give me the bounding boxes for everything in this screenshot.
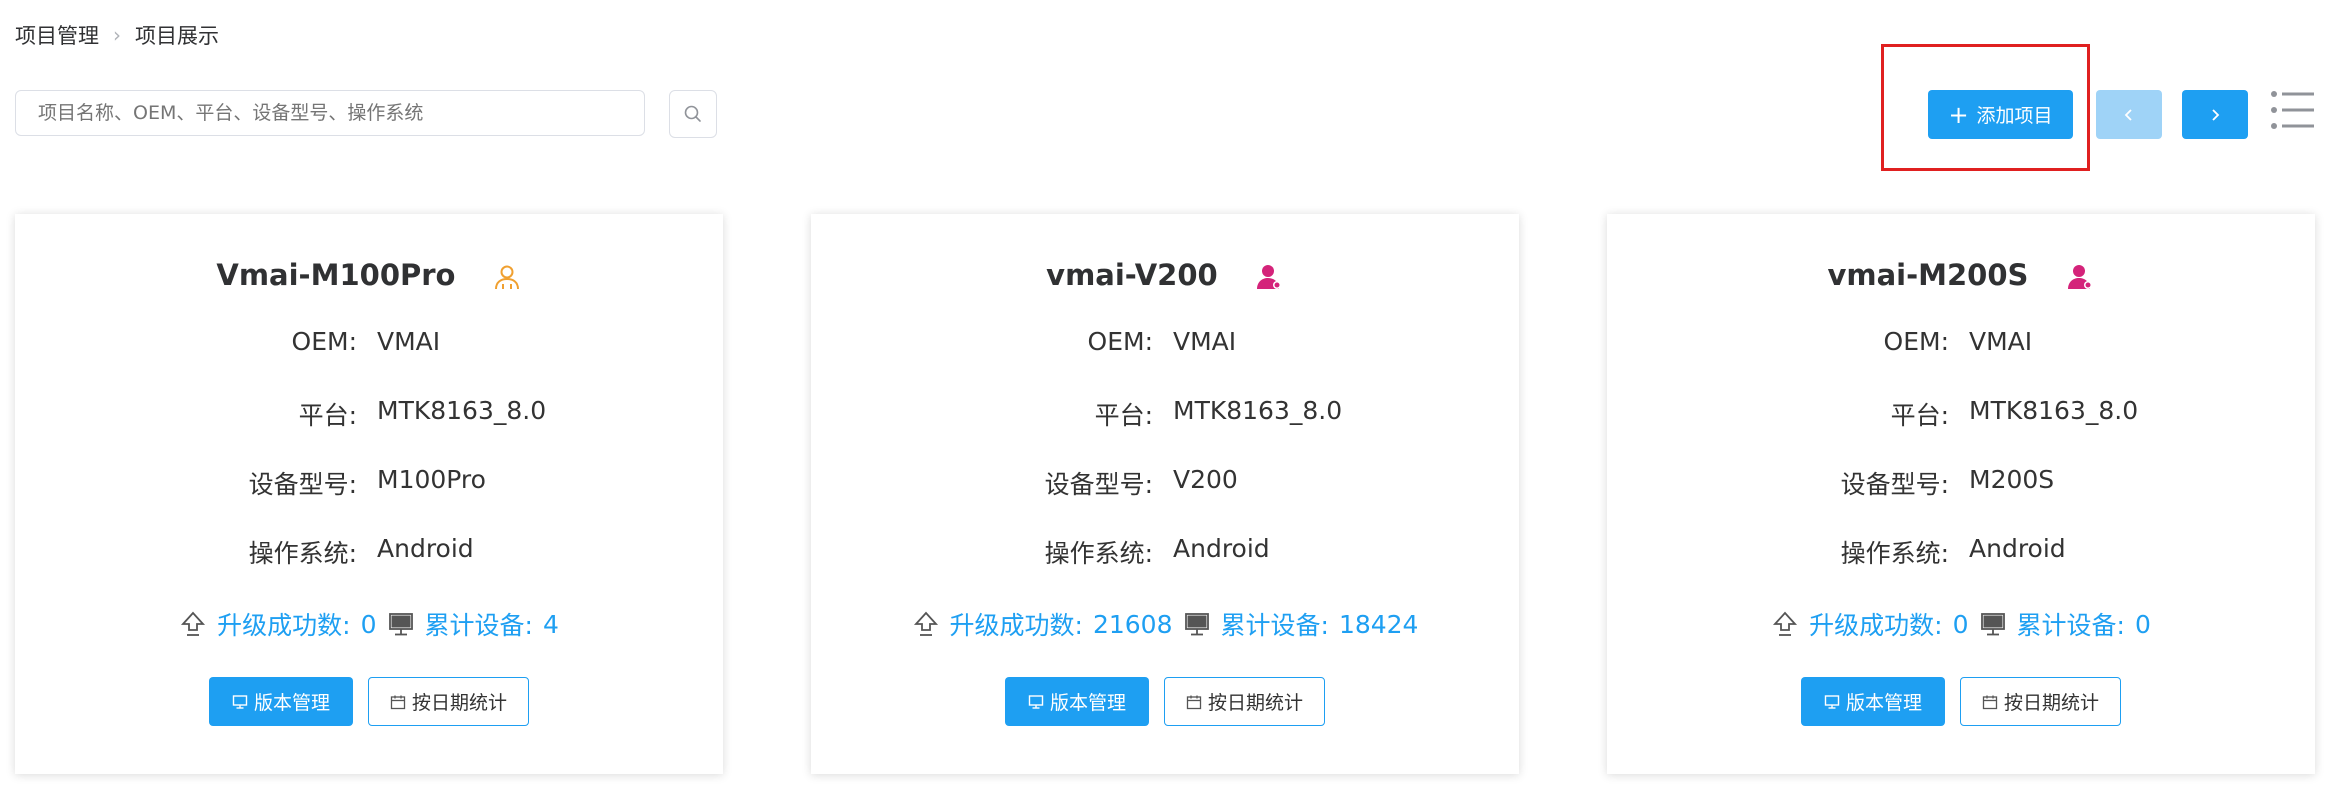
oem-label: OEM: [1883,327,1949,356]
platform-label: 平台: [1890,401,1949,430]
prev-page-button[interactable] [2096,90,2162,139]
version-management-label: 版本管理 [1845,692,1922,714]
upgrade-icon [181,611,206,636]
upgrade-count: 21608 [1092,609,1173,639]
model-label: 设备型号: [1044,470,1153,499]
search-icon [684,105,701,122]
search-button[interactable] [669,90,717,138]
upgrade-icon [1773,611,1798,636]
project-name[interactable]: Vmai-M100Pro [216,258,455,292]
device-count: 0 [2134,609,2151,639]
person-filled-icon [1256,265,1281,289]
breadcrumb-separator-icon: › [113,23,121,47]
date-stats-button[interactable]: 按日期统计 [368,677,529,726]
platform-label: 平台: [298,401,357,430]
calendar-icon [1186,695,1202,709]
os-value: Android [1173,534,1270,563]
chevron-right-icon [2212,108,2220,121]
upgrade-label: 升级成功数: [217,611,351,640]
oem-value: VMAI [1969,327,2033,356]
project-card: vmai-M200S OEM: VMAI 平台: MTK8163_8.0 设备型… [1607,214,2315,774]
device-count: 4 [542,609,559,639]
model-label: 设备型号: [248,470,357,499]
devices-label: 累计设备: [2016,611,2125,640]
devices-label: 累计设备: [424,611,533,640]
project-title: vmai-M200S [1607,258,2315,292]
monitor-icon [388,613,413,636]
platform-label: 平台: [1094,401,1153,430]
chevron-left-icon [2124,108,2132,121]
os-label: 操作系统: [248,539,357,568]
project-card: Vmai-M100Pro OEM: VMAI 平台: MTK8163_8.0 设… [15,214,723,774]
model-value: M100Pro [377,465,486,494]
monitor-icon [1980,613,2005,636]
version-management-label: 版本管理 [1049,692,1126,714]
stats-row: 升级成功数: 0 累计设备: 4 [15,606,723,642]
date-stats-label: 按日期统计 [2003,692,2099,714]
breadcrumb-item-project-management[interactable]: 项目管理 [15,20,99,50]
date-stats-button[interactable]: 按日期统计 [1164,677,1325,726]
monitor-icon [1028,694,1044,709]
search-input[interactable] [15,90,645,136]
device-count: 18424 [1338,609,1419,639]
breadcrumb: 项目管理 › 项目展示 [15,20,219,50]
stats-row: 升级成功数: 21608 累计设备: 18424 [811,606,1519,642]
devices-label: 累计设备: [1220,611,1329,640]
version-management-label: 版本管理 [253,692,330,714]
upgrade-stat[interactable]: 升级成功数: 21608 [912,606,1173,642]
person-filled-icon [2067,265,2092,289]
oem-value: VMAI [1173,327,1237,356]
os-value: Android [1969,534,2066,563]
upgrade-count: 0 [360,609,377,639]
monitor-icon [232,694,248,709]
model-value: M200S [1969,465,2055,494]
os-label: 操作系统: [1840,539,1949,568]
project-name[interactable]: vmai-M200S [1827,258,2028,292]
model-label: 设备型号: [1840,470,1949,499]
plus-icon: + [1948,100,1969,129]
device-stat[interactable]: 累计设备: 4 [387,606,559,642]
breadcrumb-item-project-display: 项目展示 [135,24,219,48]
project-name[interactable]: vmai-V200 [1046,258,1218,292]
person-outline-icon [494,265,519,290]
os-value: Android [377,534,474,563]
upgrade-stat[interactable]: 升级成功数: 0 [179,606,377,642]
next-page-button[interactable] [2182,90,2248,139]
version-management-button[interactable]: 版本管理 [209,677,353,726]
oem-label: OEM: [291,327,357,356]
date-stats-label: 按日期统计 [1207,692,1303,714]
calendar-icon [390,695,406,709]
card-actions: 版本管理 按日期统计 [811,677,1519,726]
oem-label: OEM: [1087,327,1153,356]
project-card: vmai-V200 OEM: VMAI 平台: MTK8163_8.0 设备型号… [811,214,1519,774]
add-project-button[interactable]: + 添加项目 [1928,90,2073,139]
calendar-icon [1982,695,1998,709]
stats-row: 升级成功数: 0 累计设备: 0 [1607,606,2315,642]
oem-value: VMAI [377,327,441,356]
os-label: 操作系统: [1044,539,1153,568]
card-actions: 版本管理 按日期统计 [1607,677,2315,726]
version-management-button[interactable]: 版本管理 [1801,677,1945,726]
platform-value: MTK8163_8.0 [377,396,547,425]
version-management-button[interactable]: 版本管理 [1005,677,1149,726]
date-stats-button[interactable]: 按日期统计 [1960,677,2121,726]
upgrade-label: 升级成功数: [949,611,1083,640]
upgrade-count: 0 [1952,609,1969,639]
monitor-icon [1184,613,1209,636]
platform-value: MTK8163_8.0 [1969,396,2139,425]
platform-value: MTK8163_8.0 [1173,396,1343,425]
upgrade-icon [913,611,938,636]
upgrade-label: 升级成功数: [1809,611,1943,640]
project-title: Vmai-M100Pro [15,258,723,292]
device-stat[interactable]: 累计设备: 18424 [1183,606,1419,642]
monitor-icon [1824,694,1840,709]
upgrade-stat[interactable]: 升级成功数: 0 [1771,606,1969,642]
list-view-icon[interactable] [2268,86,2316,134]
device-stat[interactable]: 累计设备: 0 [1979,606,2151,642]
date-stats-label: 按日期统计 [411,692,507,714]
project-title: vmai-V200 [811,258,1519,292]
add-project-label: 添加项目 [1976,105,2053,127]
card-actions: 版本管理 按日期统计 [15,677,723,726]
model-value: V200 [1173,465,1238,494]
